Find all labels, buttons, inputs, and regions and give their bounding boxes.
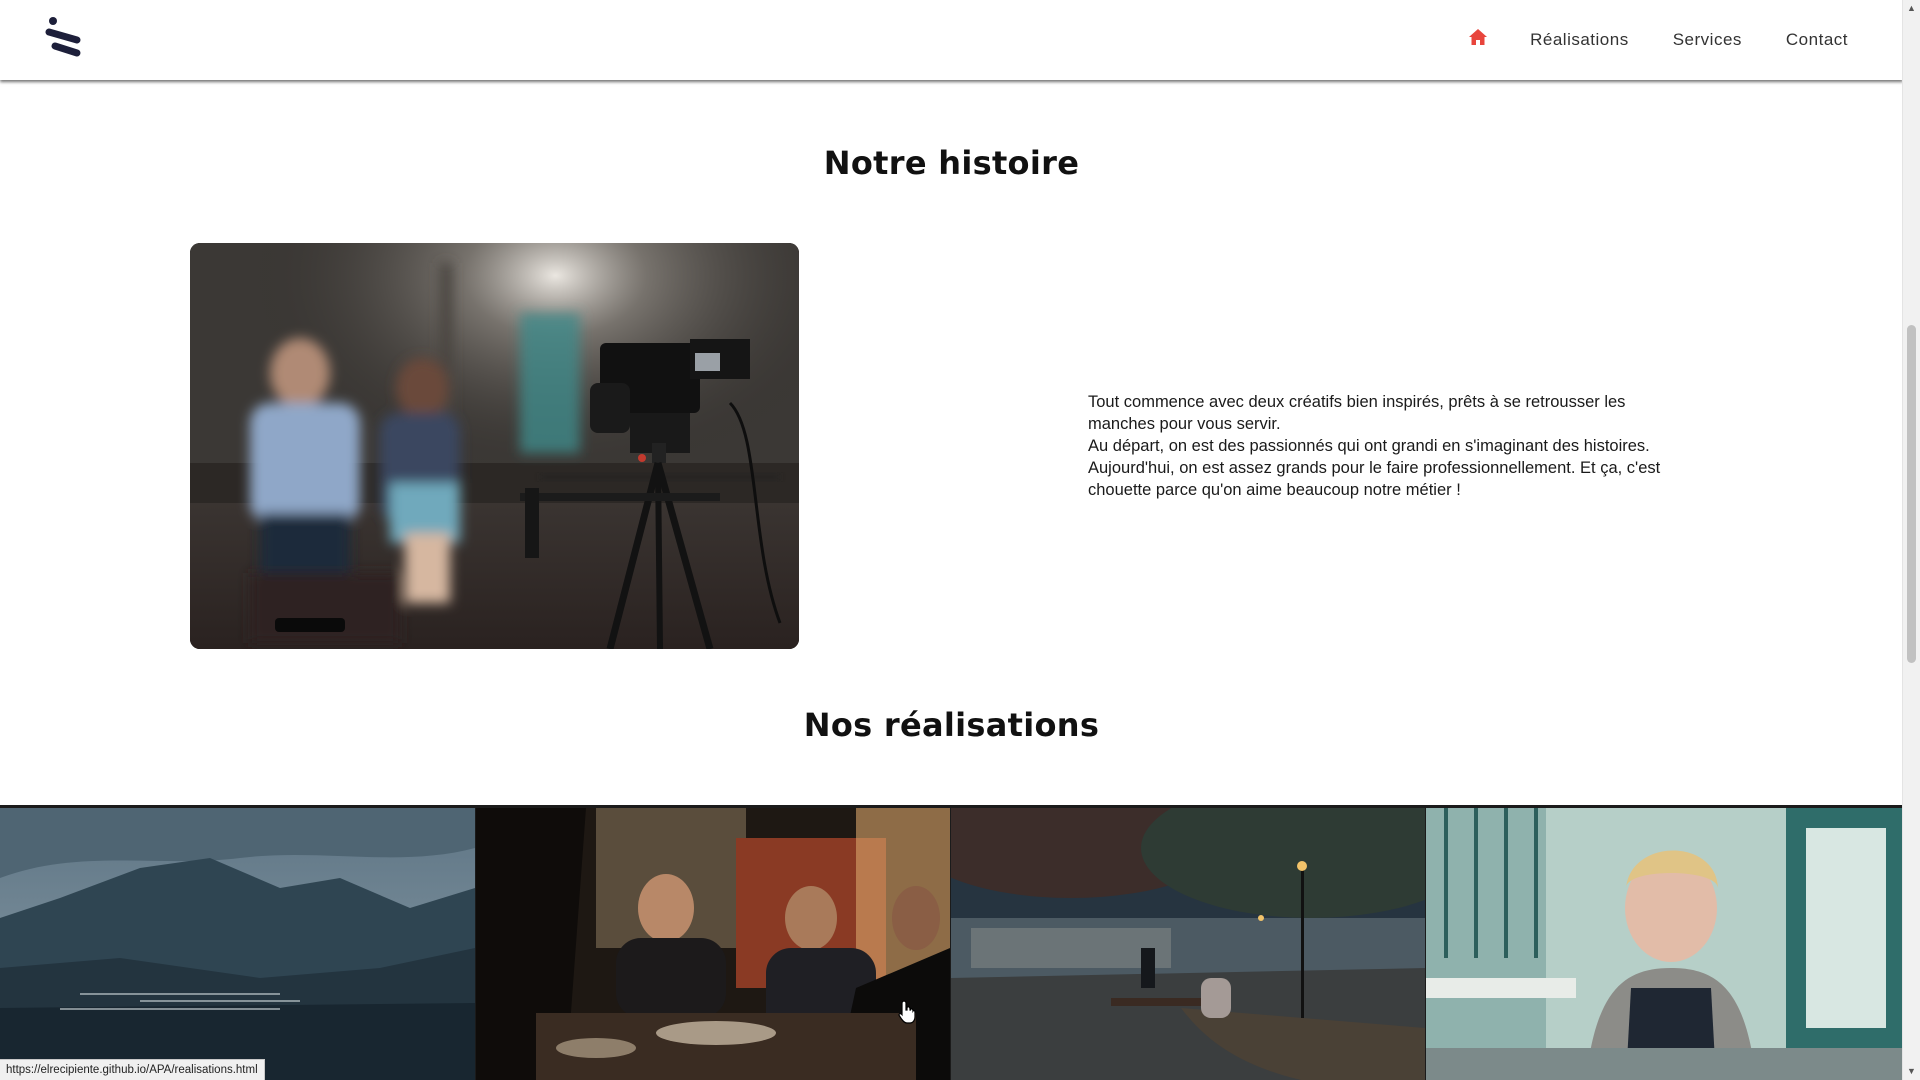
- vertical-scrollbar[interactable]: ▲ ▼: [1902, 0, 1920, 1080]
- gallery-tile-dinner-table[interactable]: [476, 808, 950, 1080]
- interview-camera-photo: [190, 243, 799, 649]
- status-bar-url: https://elrecipiente.github.io/APA/reali…: [0, 1059, 265, 1080]
- pointer-cursor-icon: [898, 1000, 916, 1024]
- nav-link-contact[interactable]: Contact: [1786, 30, 1848, 50]
- story-paragraph-1: Tout commence avec deux créatifs bien in…: [1088, 393, 1626, 433]
- page: Réalisations Services Contact Notre hist…: [0, 0, 1920, 1080]
- main-nav: Réalisations Services Contact: [1468, 0, 1848, 80]
- scrollbar-thumb[interactable]: [1907, 325, 1916, 663]
- nav-link-realisations[interactable]: Réalisations: [1530, 30, 1629, 50]
- nav-link-services[interactable]: Services: [1673, 30, 1742, 50]
- story-text: Tout commence avec deux créatifs bien in…: [1088, 391, 1668, 501]
- site-header: Réalisations Services Contact: [0, 0, 1903, 80]
- gallery-tile-mountain-valley[interactable]: [0, 808, 475, 1080]
- story-paragraph-3: Aujourd'hui, on est assez grands pour le…: [1088, 459, 1661, 499]
- section-title-realisations: Nos réalisations: [803, 706, 1100, 744]
- home-icon[interactable]: [1468, 27, 1488, 47]
- gallery-tile-cafe-woman[interactable]: [1426, 808, 1903, 1080]
- realisations-gallery: [0, 805, 1903, 1080]
- story-paragraph-2: Au départ, on est des passionnés qui ont…: [1088, 437, 1650, 455]
- gallery-tile-park-evening[interactable]: [951, 808, 1425, 1080]
- logo[interactable]: [44, 16, 84, 60]
- scroll-down-arrow-icon[interactable]: ▼: [1903, 1063, 1920, 1080]
- section-title-histoire: Notre histoire: [823, 144, 1080, 182]
- scroll-up-arrow-icon[interactable]: ▲: [1903, 0, 1920, 17]
